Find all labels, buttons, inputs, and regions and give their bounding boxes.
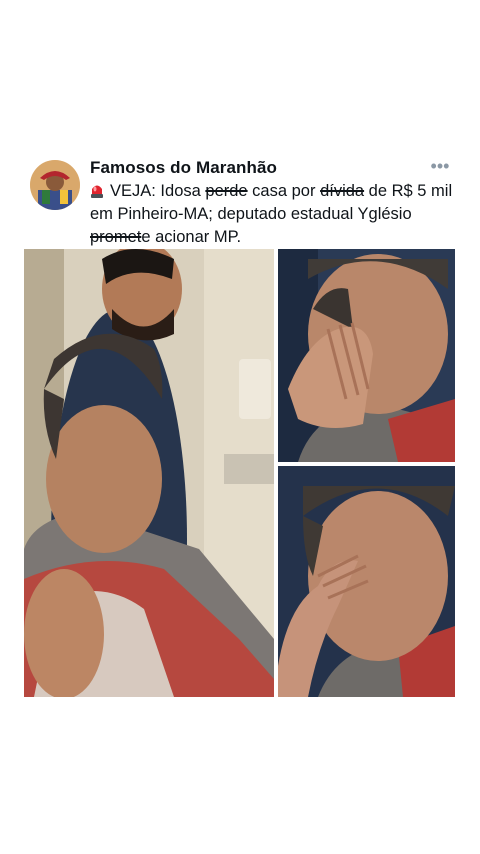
post-image-grid <box>24 249 455 697</box>
post-image-2[interactable] <box>278 249 455 462</box>
post-text-part-4: e acionar MP. <box>141 228 242 246</box>
siren-emoji-icon <box>90 183 104 198</box>
post-image-1[interactable] <box>24 249 274 697</box>
post-text-strike-3: promet <box>90 228 142 246</box>
post-image-3[interactable] <box>278 466 455 697</box>
post-text-strike-2: dívida <box>320 182 365 200</box>
post-text: VEJA: Idosa perde casa por dívida de R$ … <box>90 180 460 249</box>
author-avatar[interactable] <box>30 160 80 210</box>
more-options-icon[interactable]: ••• <box>428 156 452 176</box>
tweet-post[interactable]: Famosos do Maranhão ••• VEJA: Idosa perd… <box>0 0 480 854</box>
author-name[interactable]: Famosos do Maranhão <box>90 158 277 178</box>
post-text-strike-1: perde <box>205 182 248 200</box>
post-text-part-1: VEJA: Idosa <box>110 182 206 200</box>
post-text-part-2: casa por <box>247 182 321 200</box>
